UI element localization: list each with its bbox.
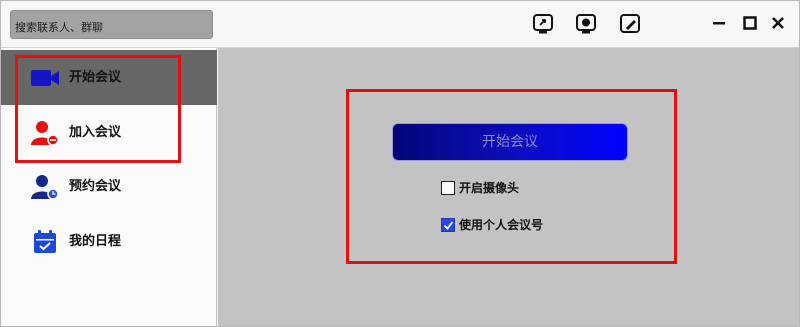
sidebar-item-label: 预约会议 [69,178,122,194]
camera-option[interactable]: 开启摄像头 [441,179,519,197]
minimize-icon [713,22,725,25]
close-button[interactable] [769,14,787,32]
join-user-icon [30,118,60,148]
sidebar-item-my-schedule[interactable]: 我的日程 [0,214,217,269]
phone-screen-icon[interactable] [532,13,554,35]
sidebar-item-schedule-meeting[interactable]: 预约会议 [0,159,217,214]
start-meeting-panel: 开始会议 开启摄像头 使用个人会议号 [346,89,677,264]
search-input[interactable] [10,10,213,39]
personal-meeting-id-label: 使用个人会议号 [459,218,544,232]
sidebar-item-label: 开始会议 [69,69,122,85]
camera-checkbox[interactable] [441,181,455,195]
minimize-button[interactable] [710,14,728,32]
sidebar: 开始会议 加入会议 预约会议 我的日程 [0,48,217,327]
schedule-user-icon [30,172,60,202]
personal-meeting-id-checkbox[interactable] [441,218,455,232]
main-content: 开始会议 开启摄像头 使用个人会议号 [218,48,800,327]
maximize-icon [743,16,757,30]
sidebar-item-join-meeting[interactable]: 加入会议 [0,105,217,160]
start-meeting-button[interactable]: 开始会议 [392,123,628,161]
close-icon [772,17,784,29]
camera-option-label: 开启摄像头 [459,181,520,195]
video-camera-icon [30,63,60,93]
checkmark-icon [443,220,453,230]
screen-share-icon[interactable] [575,13,597,35]
sidebar-item-label: 我的日程 [69,233,122,249]
title-bar [0,0,800,48]
maximize-button[interactable] [741,14,759,32]
sidebar-item-start-meeting[interactable]: 开始会议 [0,50,217,105]
whiteboard-icon[interactable] [619,13,641,35]
personal-meeting-id-option[interactable]: 使用个人会议号 [441,216,543,234]
sidebar-item-label: 加入会议 [69,124,122,140]
calendar-icon [30,227,60,257]
